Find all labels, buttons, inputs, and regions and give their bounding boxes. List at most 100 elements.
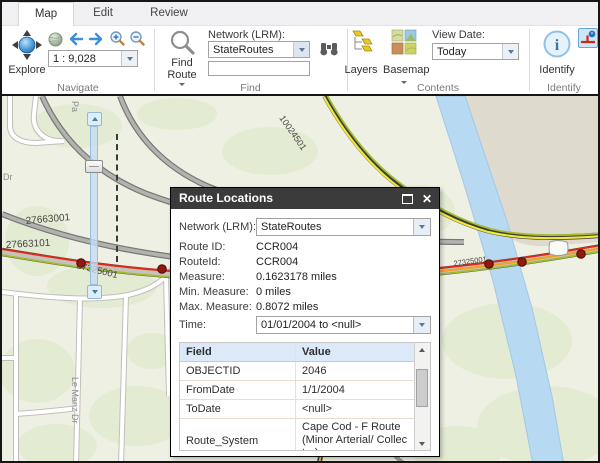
zoom-out-icon[interactable] bbox=[129, 30, 146, 47]
table-row[interactable]: Route_System Cape Cod - F Route (Minor A… bbox=[180, 419, 414, 451]
view-date-dropdown-arrow[interactable] bbox=[502, 44, 518, 59]
route-marker[interactable] bbox=[485, 260, 494, 269]
route-shield bbox=[549, 241, 568, 256]
table-row[interactable]: ToDate <null> bbox=[180, 400, 414, 419]
route-id-label: Route ID: bbox=[179, 241, 256, 253]
zoom-in-icon[interactable] bbox=[109, 30, 126, 47]
dialog-network-combobox[interactable]: StateRoutes bbox=[256, 218, 431, 236]
field-cell: OBJECTID bbox=[180, 362, 296, 380]
find-route-label-2: Route bbox=[162, 69, 202, 81]
zoom-slider-up-button[interactable] bbox=[87, 112, 102, 126]
zoom-slider-ticks bbox=[116, 134, 118, 262]
route-id-value: CCR004 bbox=[256, 241, 298, 253]
route-marker[interactable] bbox=[577, 250, 586, 259]
basemap-icon[interactable] bbox=[391, 29, 417, 55]
layers-icon[interactable] bbox=[349, 30, 373, 54]
zoom-slider-handle[interactable] bbox=[85, 160, 103, 173]
dialog-network-dropdown-arrow[interactable] bbox=[413, 219, 430, 235]
route-value-input[interactable] bbox=[208, 61, 310, 76]
field-cell: Route_System bbox=[180, 419, 296, 451]
zoom-slider-down-button[interactable] bbox=[87, 285, 102, 299]
network-lrm-dropdown-arrow[interactable] bbox=[293, 42, 309, 57]
identify-button[interactable]: Identify bbox=[534, 64, 580, 76]
min-measure-label: Min. Measure: bbox=[179, 286, 256, 298]
field-cell: ToDate bbox=[180, 400, 296, 418]
dialog-title: Route Locations bbox=[179, 188, 273, 209]
route-locations-dialog: Route Locations ✕ Network (LRM): StateRo… bbox=[170, 187, 440, 457]
field-cell: FromDate bbox=[180, 381, 296, 399]
explore-button[interactable]: Explore bbox=[4, 64, 50, 76]
ribbon-tab-bar: Map Edit Review bbox=[2, 2, 598, 26]
application-window: Map Edit Review Explore bbox=[0, 0, 600, 463]
dialog-body: Network (LRM): StateRoutes Route ID:CCR0… bbox=[171, 209, 439, 451]
street-label: Dr bbox=[3, 172, 13, 182]
time-dropdown-arrow[interactable] bbox=[413, 317, 430, 333]
maximize-button[interactable] bbox=[399, 191, 415, 207]
table-row[interactable]: FromDate 1/1/2004 bbox=[180, 381, 414, 400]
tab-edit[interactable]: Edit bbox=[74, 2, 132, 24]
identify-icon[interactable]: i bbox=[542, 29, 572, 59]
field-column-header[interactable]: Field bbox=[180, 343, 296, 361]
identify-route-locations-toggle[interactable] bbox=[578, 28, 598, 48]
table-scrollbar[interactable] bbox=[414, 343, 430, 450]
network-lrm-combobox[interactable]: StateRoutes bbox=[208, 41, 310, 58]
time-combobox[interactable]: 01/01/2004 to <null> bbox=[256, 316, 431, 334]
street-label: Le Manz Dr bbox=[70, 377, 80, 424]
measure-value: 0.1623178 miles bbox=[256, 271, 337, 283]
map-scale-combobox[interactable]: 1 : 9,028 bbox=[48, 50, 138, 67]
view-date-label: View Date: bbox=[432, 29, 485, 41]
route-marker[interactable] bbox=[518, 258, 527, 267]
attributes-table: Field Value OBJECTID 2046 FromDate 1/1/2… bbox=[179, 342, 431, 451]
value-cell: 1/1/2004 bbox=[296, 381, 414, 399]
route-marker[interactable] bbox=[77, 259, 86, 268]
ribbon: Map Edit Review Explore bbox=[2, 2, 598, 96]
table-row[interactable]: OBJECTID 2046 bbox=[180, 362, 414, 381]
map-view[interactable]: 27663001 27663101 27325001 10024501 2732… bbox=[2, 96, 598, 461]
value-cell: 2046 bbox=[296, 362, 414, 380]
basemap-button[interactable]: Basemap bbox=[383, 64, 425, 76]
group-label-navigate: Navigate bbox=[2, 82, 154, 94]
routeid-value: CCR004 bbox=[256, 256, 298, 268]
dialog-network-label: Network (LRM): bbox=[179, 221, 256, 233]
scrollbar-up-button[interactable] bbox=[415, 343, 429, 356]
value-cell: <null> bbox=[296, 400, 414, 418]
close-button[interactable]: ✕ bbox=[419, 191, 435, 207]
find-route-button[interactable]: Find Route bbox=[162, 57, 202, 81]
street-label: Pa bbox=[70, 101, 80, 112]
layers-button[interactable]: Layers bbox=[338, 64, 384, 76]
min-measure-value: 0 miles bbox=[256, 286, 291, 298]
dialog-network-value: StateRoutes bbox=[257, 221, 413, 233]
value-cell: Cape Cod - F Route (Minor Arterial/ Coll… bbox=[296, 419, 414, 451]
next-extent-arrow-icon[interactable] bbox=[88, 32, 105, 46]
zoom-slider-track[interactable] bbox=[90, 126, 98, 285]
dialog-title-bar[interactable]: Route Locations ✕ bbox=[171, 188, 439, 209]
map-scale-dropdown-arrow[interactable] bbox=[121, 51, 137, 66]
group-label-identify: Identify bbox=[529, 82, 599, 94]
map-scale-value: 1 : 9,028 bbox=[49, 53, 121, 65]
network-lrm-value: StateRoutes bbox=[209, 44, 293, 56]
map-zoom-slider[interactable] bbox=[87, 112, 129, 302]
find-route-label-1: Find bbox=[162, 57, 202, 69]
maximize-icon bbox=[402, 194, 413, 204]
explore-compass-icon[interactable] bbox=[10, 30, 44, 62]
find-route-magnifier-icon[interactable] bbox=[168, 29, 196, 57]
table-header-row: Field Value bbox=[180, 343, 414, 362]
route-label: 27663101 bbox=[6, 238, 51, 251]
max-measure-value: 0.8072 miles bbox=[256, 301, 318, 313]
value-column-header[interactable]: Value bbox=[296, 343, 414, 361]
time-value: 01/01/2004 to <null> bbox=[257, 319, 413, 331]
route-marker[interactable] bbox=[158, 265, 167, 274]
previous-extent-arrow-icon[interactable] bbox=[67, 32, 84, 46]
ribbon-body: Explore bbox=[2, 26, 598, 94]
full-extent-globe-icon[interactable] bbox=[48, 32, 63, 47]
network-lrm-label: Network (LRM): bbox=[208, 29, 285, 41]
binoculars-search-icon[interactable] bbox=[319, 41, 339, 57]
svg-text:i: i bbox=[555, 37, 560, 54]
tab-review[interactable]: Review bbox=[134, 2, 204, 24]
close-icon: ✕ bbox=[422, 193, 432, 205]
view-date-combobox[interactable]: Today bbox=[432, 43, 519, 60]
scrollbar-down-button[interactable] bbox=[415, 437, 429, 450]
routeid-label: RouteId: bbox=[179, 256, 256, 268]
scrollbar-thumb[interactable] bbox=[416, 369, 428, 407]
tab-map[interactable]: Map bbox=[18, 2, 74, 26]
